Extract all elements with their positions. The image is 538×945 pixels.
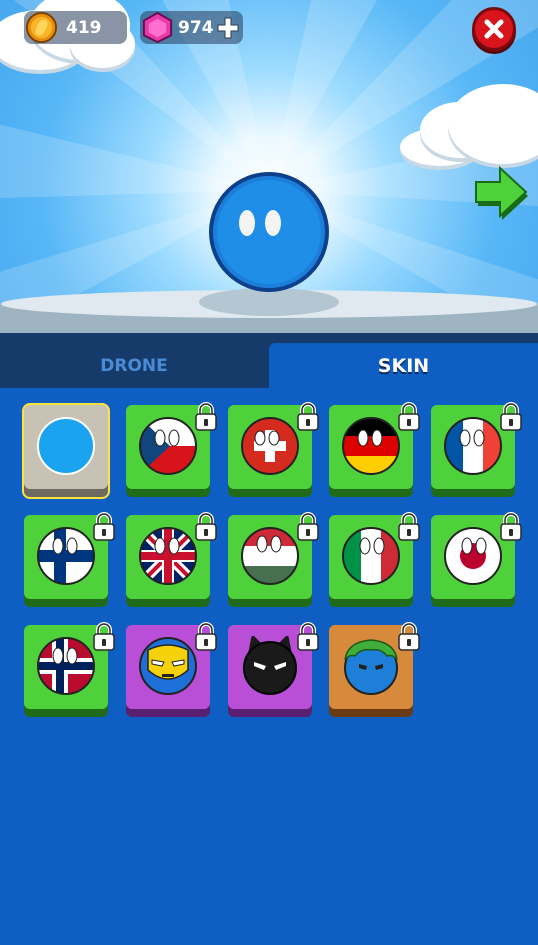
skin-card-switzerland[interactable]: [228, 405, 312, 497]
next-arrow-button[interactable]: [474, 166, 532, 222]
close-x-icon: [484, 19, 504, 39]
cloud-right: [398, 84, 538, 170]
iron-hero-ball: [139, 637, 197, 695]
skin-card-japan[interactable]: [431, 515, 515, 607]
italy-ball: [342, 527, 400, 585]
united-kingdom-ball: [139, 527, 197, 585]
switzerland-ball: [241, 417, 299, 475]
tab-drone[interactable]: DRONE: [0, 343, 268, 388]
skin-card-france[interactable]: [431, 405, 515, 497]
default-blue-ball: [37, 417, 95, 475]
finland-ball: [37, 527, 95, 585]
tab-bar: DRONE SKIN: [0, 333, 538, 388]
skin-card-hungary[interactable]: [228, 515, 312, 607]
close-button[interactable]: [472, 7, 516, 51]
green-hat-ball: [344, 639, 398, 695]
france-ball: [444, 417, 502, 475]
skin-card-czech[interactable]: [126, 405, 210, 497]
skin-card-iron-hero[interactable]: [126, 625, 210, 717]
skin-card-bat-hero[interactable]: [228, 625, 312, 717]
skin-card-italy[interactable]: [329, 515, 413, 607]
gem-counter: 974: [140, 11, 243, 44]
czech-ball: [139, 417, 197, 475]
skin-card-germany[interactable]: [329, 405, 413, 497]
japan-ball: [444, 527, 502, 585]
tab-skin[interactable]: SKIN: [269, 343, 538, 388]
skin-card-finland[interactable]: [24, 515, 108, 607]
add-gems-plus-icon[interactable]: [216, 16, 240, 40]
skin-card-norway[interactable]: [24, 625, 108, 717]
hungary-ball: [241, 527, 299, 585]
pink-hexagon-gem-icon: [142, 11, 173, 44]
skin-card-default-blue[interactable]: [22, 403, 110, 499]
bat-hero-ball: [243, 636, 297, 695]
coin-counter: 419: [24, 11, 127, 44]
germany-ball: [342, 417, 400, 475]
coin-count: 419: [66, 17, 102, 38]
norway-ball: [37, 637, 95, 695]
gem-count: 974: [178, 17, 214, 38]
gold-coin-icon: [25, 11, 58, 44]
blue-ball-character: [209, 172, 329, 292]
skin-grid: [0, 388, 538, 945]
skin-card-green-hat[interactable]: [329, 625, 413, 717]
skin-card-united-kingdom[interactable]: [126, 515, 210, 607]
character-stage: [0, 0, 538, 340]
